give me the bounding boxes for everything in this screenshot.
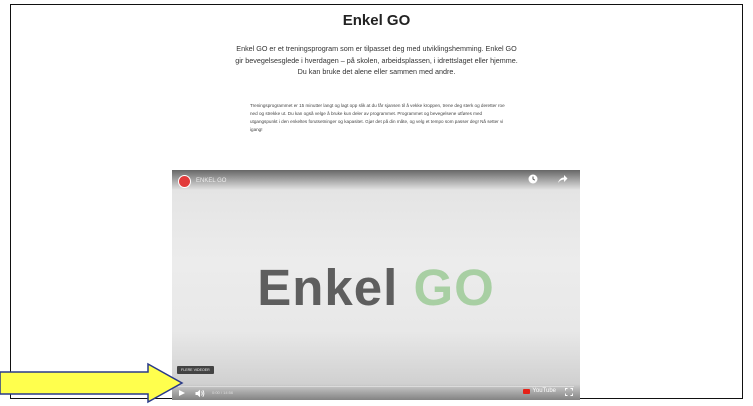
page-title: Enkel GO — [342, 12, 411, 29]
thumbnail-word-go: GO — [413, 259, 495, 316]
video-controls: 0:00 / 14:56 YouTube — [172, 384, 580, 400]
youtube-play-icon — [523, 388, 531, 394]
video-title[interactable]: ENKEL GO — [196, 178, 226, 184]
video-player[interactable]: ENKEL GO Enkel GO FLERE VIDEOER 0:00 / 1… — [172, 170, 580, 400]
body-paragraph: Treningsprogrammet er 15 minutter langt … — [250, 103, 505, 132]
intro-paragraph: Enkel GO er et treningsprogram som er ti… — [235, 44, 518, 76]
time-display: 0:00 / 14:56 — [212, 390, 234, 395]
watch-later-icon[interactable] — [528, 174, 538, 184]
progress-bar[interactable] — [178, 386, 574, 387]
pointer-arrow-icon — [0, 362, 184, 404]
thumbnail-word-enkel: Enkel — [257, 259, 399, 316]
video-top-bar: ENKEL GO — [172, 170, 580, 190]
fullscreen-icon[interactable] — [565, 388, 573, 396]
volume-icon[interactable] — [195, 389, 205, 398]
youtube-label: YouTube — [532, 388, 556, 394]
video-thumbnail-title: Enkel GO — [172, 258, 580, 317]
youtube-logo[interactable]: YouTube — [523, 388, 556, 394]
share-icon[interactable] — [557, 174, 568, 184]
channel-logo-icon[interactable] — [178, 175, 191, 188]
